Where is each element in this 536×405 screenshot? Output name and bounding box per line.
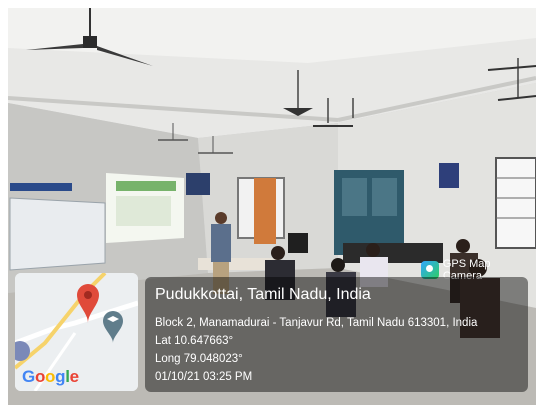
google-logo-g2: g	[55, 367, 66, 386]
location-datetime: 01/10/21 03:25 PM	[155, 371, 253, 383]
google-logo: Google	[22, 367, 79, 387]
location-latitude: Lat 10.647663°	[155, 335, 234, 347]
map-thumbnail: Google	[15, 273, 138, 391]
curtain	[254, 178, 276, 244]
google-logo-o1: o	[34, 367, 46, 386]
location-address: Block 2, Manamadurai - Tanjavur Rd, Tami…	[155, 317, 478, 329]
location-title: Pudukkottai, Tamil Nadu, India	[155, 286, 371, 303]
notice-strip	[10, 183, 72, 191]
google-logo-g: G	[22, 367, 35, 386]
google-logo-e: e	[69, 367, 79, 386]
google-logo-o2: o	[45, 367, 56, 386]
location-longitude: Long 79.048023°	[155, 353, 243, 365]
